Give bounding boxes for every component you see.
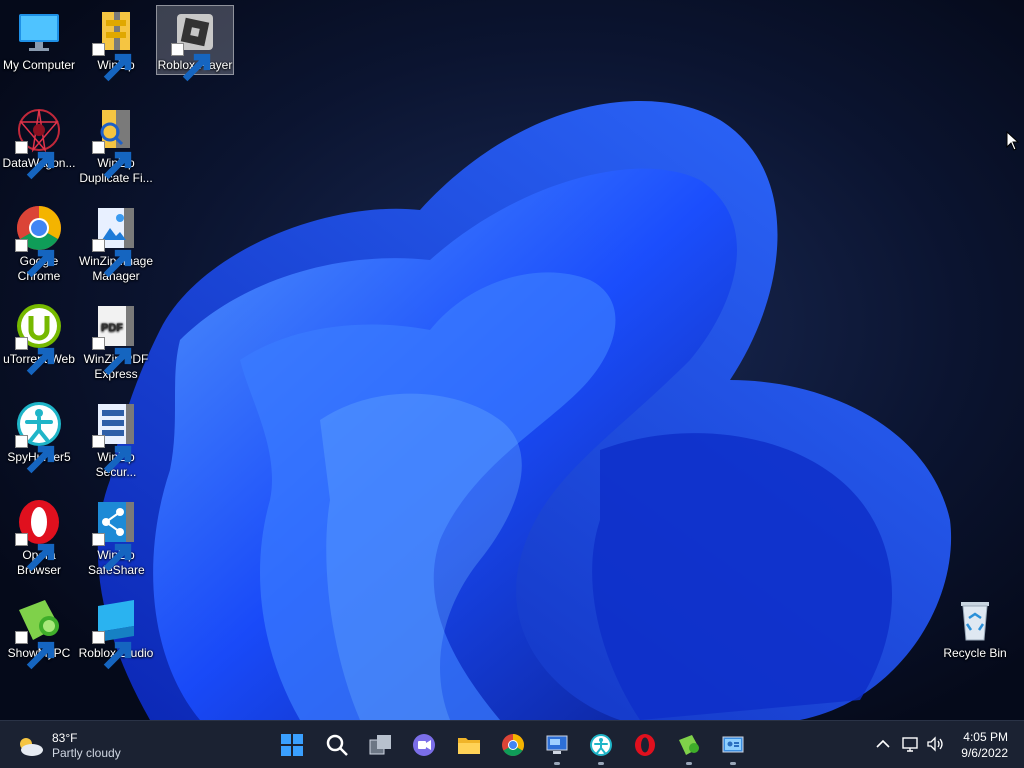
- shortcut-arrow-icon: [15, 239, 55, 278]
- roblox-studio-icon: [92, 596, 140, 670]
- network-icon: [902, 737, 918, 752]
- desktop-icon-winzip-safeshare[interactable]: WinZip SafeShare: [78, 496, 154, 577]
- start-button[interactable]: [276, 729, 308, 761]
- winzip-duplicate-finder-icon: [92, 106, 140, 180]
- search-button[interactable]: [321, 729, 353, 761]
- running-indicator: [730, 762, 736, 765]
- running-indicator: [554, 762, 560, 765]
- shortcut-arrow-icon: [92, 533, 132, 572]
- task-view-icon: [369, 735, 391, 755]
- task-view-button[interactable]: [365, 729, 397, 761]
- start-icon: [281, 734, 303, 756]
- chrome-icon: [15, 204, 63, 278]
- volume-control[interactable]: [925, 734, 945, 754]
- desktop-icon-winzip[interactable]: WinZip: [78, 6, 154, 82]
- remote-desktop-button[interactable]: [541, 729, 573, 765]
- shortcut-arrow-icon: [92, 435, 132, 474]
- chrome-icon: [502, 734, 524, 756]
- teams-chat-icon: [413, 734, 435, 756]
- mouse-cursor-icon: [1006, 131, 1020, 151]
- shortcut-arrow-icon: [92, 43, 132, 82]
- desktop-icon-google-chrome[interactable]: Google Chrome: [1, 202, 77, 283]
- file-explorer-button[interactable]: [453, 729, 485, 761]
- clock[interactable]: 4:05 PM 9/6/2022: [961, 729, 1008, 761]
- showmypc-icon: [15, 596, 63, 670]
- datawagon-icon: [15, 106, 63, 180]
- desktop-icon-winzip-image-manager[interactable]: WinZip Image Manager: [78, 202, 154, 283]
- opera-icon: [15, 498, 63, 572]
- show-hidden-icons-button[interactable]: [873, 734, 893, 754]
- desktop-icon-winzip-duplicate-finder[interactable]: WinZip Duplicate Fi...: [78, 104, 154, 185]
- utorrent-icon: [15, 302, 63, 376]
- control-panel-icon: [722, 736, 744, 753]
- running-indicator: [598, 762, 604, 765]
- shortcut-arrow-icon: [92, 239, 132, 278]
- spyhunter-icon: [15, 400, 63, 474]
- roblox-icon: [171, 8, 219, 82]
- desktop-icon-roblox-player[interactable]: Roblox Player: [156, 5, 234, 82]
- desktop-icon-roblox-studio[interactable]: Roblox Studio: [78, 594, 154, 670]
- chrome-taskbar-button[interactable]: [497, 729, 529, 761]
- spyhunter-taskbar-button[interactable]: [585, 729, 617, 765]
- spyhunter-icon: [590, 734, 612, 756]
- file-explorer-icon: [458, 738, 480, 754]
- desktop-icon-opera-browser[interactable]: Opera Browser: [1, 496, 77, 577]
- desktop-icon-my-computer[interactable]: My Computer: [1, 6, 77, 74]
- winzip-safeshare-icon: [92, 498, 140, 572]
- desktop-icon-showmypc[interactable]: ShowMyPC: [1, 594, 77, 670]
- winzip-icon: [92, 8, 140, 82]
- teams-chat-button[interactable]: [408, 729, 440, 761]
- desktop-icon-utorrent-web[interactable]: uTorrent Web: [1, 300, 77, 376]
- shortcut-arrow-icon: [15, 435, 55, 474]
- showmypc-taskbar-button[interactable]: [673, 729, 705, 765]
- search-icon: [326, 734, 348, 756]
- opera-icon: [635, 734, 655, 756]
- desktop-icon-winzip-secure[interactable]: WinZip Secur...: [78, 398, 154, 479]
- icon-label: My Computer: [2, 58, 76, 72]
- shortcut-arrow-icon: [92, 631, 132, 670]
- desktop-icon-recycle-bin[interactable]: Recycle Bin: [937, 594, 1013, 662]
- weather-temperature: 83°F: [52, 731, 78, 745]
- chevron-up-icon: [876, 739, 890, 748]
- control-panel-taskbar-button[interactable]: [717, 729, 749, 765]
- winzip-secure-icon: [92, 400, 140, 474]
- icon-label: Recycle Bin: [943, 646, 1007, 660]
- network-status[interactable]: [900, 734, 920, 754]
- computer-icon: [15, 8, 63, 56]
- clock-time: 4:05 PM: [963, 730, 1008, 744]
- taskbar: 83°F Partly cloudy 4:05 PM 9/6/2022: [0, 720, 1024, 768]
- shortcut-arrow-icon: [15, 533, 55, 572]
- shortcut-arrow-icon: [92, 141, 132, 180]
- remote-desktop-icon: [546, 735, 568, 754]
- opera-taskbar-button[interactable]: [629, 729, 661, 761]
- showmypc-icon: [679, 735, 699, 755]
- winzip-pdf-express-icon: PDF: [92, 302, 140, 376]
- desktop-icon-spyhunter5[interactable]: SpyHunter5: [1, 398, 77, 474]
- winzip-image-manager-icon: [92, 204, 140, 278]
- shortcut-arrow-icon: [171, 43, 211, 82]
- clock-date: 9/6/2022: [961, 746, 1008, 760]
- weather-condition: Partly cloudy: [52, 746, 121, 760]
- svg-text:PDF: PDF: [101, 322, 123, 334]
- recycle-bin-icon: [951, 596, 999, 644]
- running-indicator: [686, 762, 692, 765]
- speaker-icon: [927, 736, 943, 752]
- shortcut-arrow-icon: [15, 631, 55, 670]
- partly-cloudy-icon: [20, 738, 43, 756]
- desktop-icon-datawagon[interactable]: DataWagon...: [1, 104, 77, 184]
- shortcut-arrow-icon: [15, 337, 55, 376]
- desktop-icon-winzip-pdf-express[interactable]: PDF WinZip PDF Express: [78, 300, 154, 381]
- shortcut-arrow-icon: [15, 141, 55, 180]
- shortcut-arrow-icon: [92, 337, 132, 376]
